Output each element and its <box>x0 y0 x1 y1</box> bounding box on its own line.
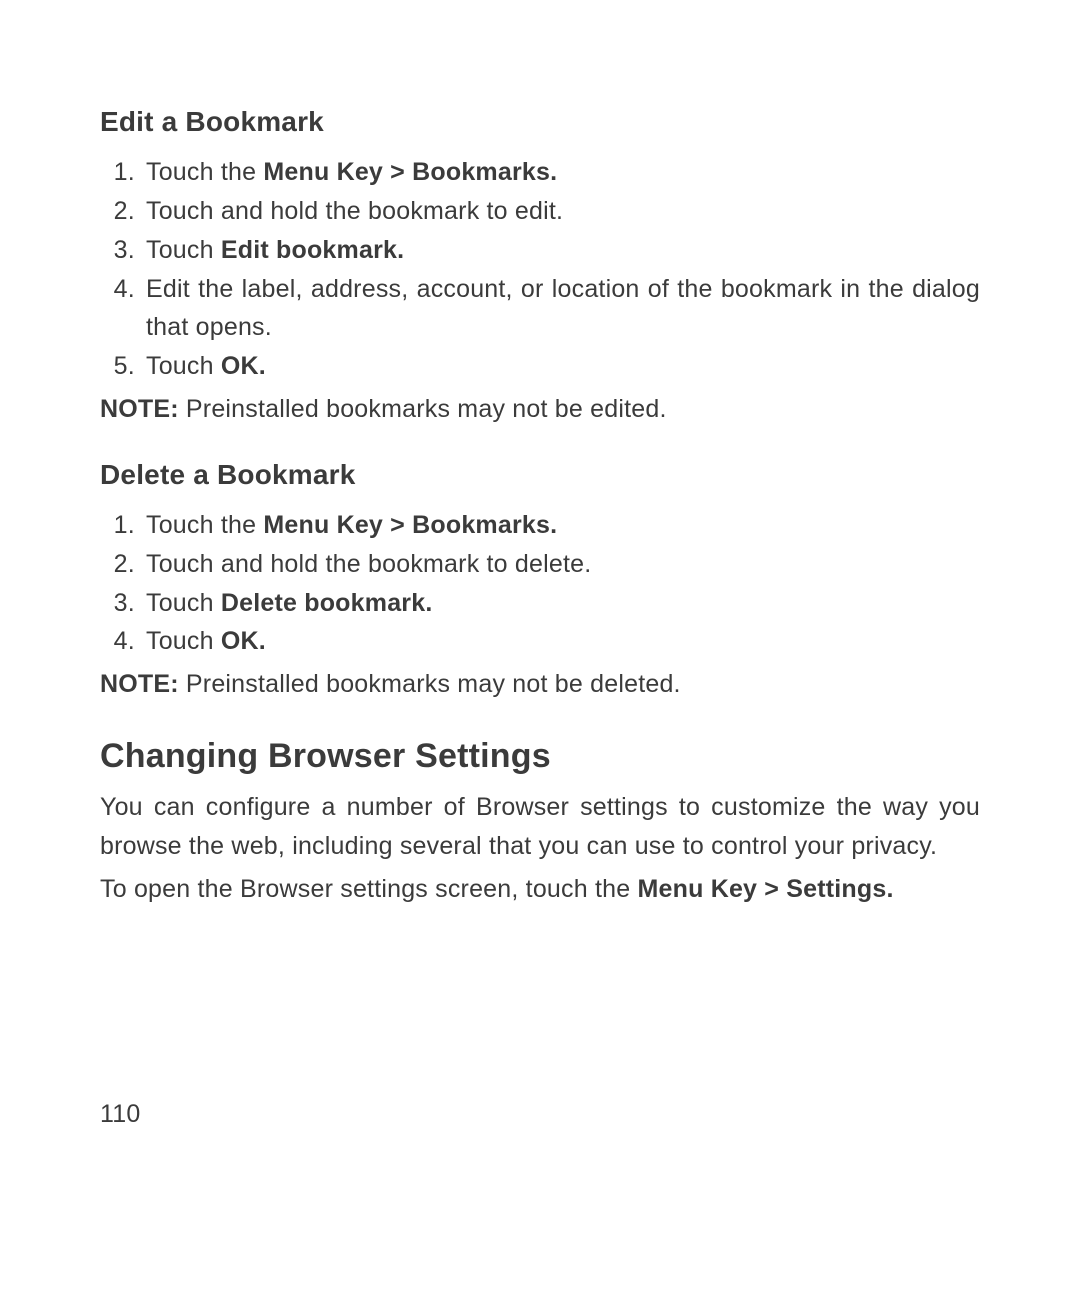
step-text: Touch and hold the bookmark to edit. <box>146 197 563 225</box>
list-item: Touch OK. <box>142 622 980 661</box>
list-item: Touch Delete bookmark. <box>142 584 980 623</box>
note-text: Preinstalled bookmarks may not be edited… <box>179 395 667 423</box>
note-text: Preinstalled bookmarks may not be delete… <box>179 670 681 698</box>
settings-para-2: To open the Browser settings screen, tou… <box>100 870 980 909</box>
step-text: Touch <box>146 627 221 655</box>
step-text: Touch the <box>146 511 263 539</box>
note-label: NOTE: <box>100 395 179 423</box>
manual-page: Edit a Bookmark Touch the Menu Key > Boo… <box>0 0 1080 1304</box>
step-text: Edit the label, address, account, or loc… <box>146 275 980 342</box>
heading-changing-settings: Changing Browser Settings <box>100 730 980 783</box>
para-bold: Menu Key > Settings. <box>637 875 893 903</box>
step-bold: Menu Key > Bookmarks. <box>263 511 557 539</box>
step-bold: Menu Key > Bookmarks. <box>263 158 557 186</box>
delete-bookmark-steps: Touch the Menu Key > Bookmarks. Touch an… <box>100 506 980 661</box>
step-text: Touch the <box>146 158 263 186</box>
note-edit: NOTE: Preinstalled bookmarks may not be … <box>100 390 980 429</box>
para-text: To open the Browser settings screen, tou… <box>100 875 637 903</box>
edit-bookmark-steps: Touch the Menu Key > Bookmarks. Touch an… <box>100 153 980 386</box>
step-bold: OK. <box>221 627 266 655</box>
step-bold: Edit bookmark. <box>221 236 404 264</box>
step-bold: Delete bookmark. <box>221 589 433 617</box>
note-label: NOTE: <box>100 670 179 698</box>
step-bold: OK. <box>221 352 266 380</box>
step-text: Touch <box>146 236 221 264</box>
list-item: Touch OK. <box>142 347 980 386</box>
list-item: Touch Edit bookmark. <box>142 231 980 270</box>
step-text: Touch <box>146 352 221 380</box>
heading-edit-bookmark: Edit a Bookmark <box>100 100 980 143</box>
list-item: Touch the Menu Key > Bookmarks. <box>142 153 980 192</box>
step-text: Touch <box>146 589 221 617</box>
heading-delete-bookmark: Delete a Bookmark <box>100 453 980 496</box>
settings-para-1: You can configure a number of Browser se… <box>100 788 980 866</box>
step-text: Touch and hold the bookmark to delete. <box>146 550 591 578</box>
list-item: Touch the Menu Key > Bookmarks. <box>142 506 980 545</box>
list-item: Touch and hold the bookmark to edit. <box>142 192 980 231</box>
list-item: Touch and hold the bookmark to delete. <box>142 545 980 584</box>
note-delete: NOTE: Preinstalled bookmarks may not be … <box>100 665 980 704</box>
page-number: 110 <box>100 1095 140 1134</box>
list-item: Edit the label, address, account, or loc… <box>142 270 980 348</box>
